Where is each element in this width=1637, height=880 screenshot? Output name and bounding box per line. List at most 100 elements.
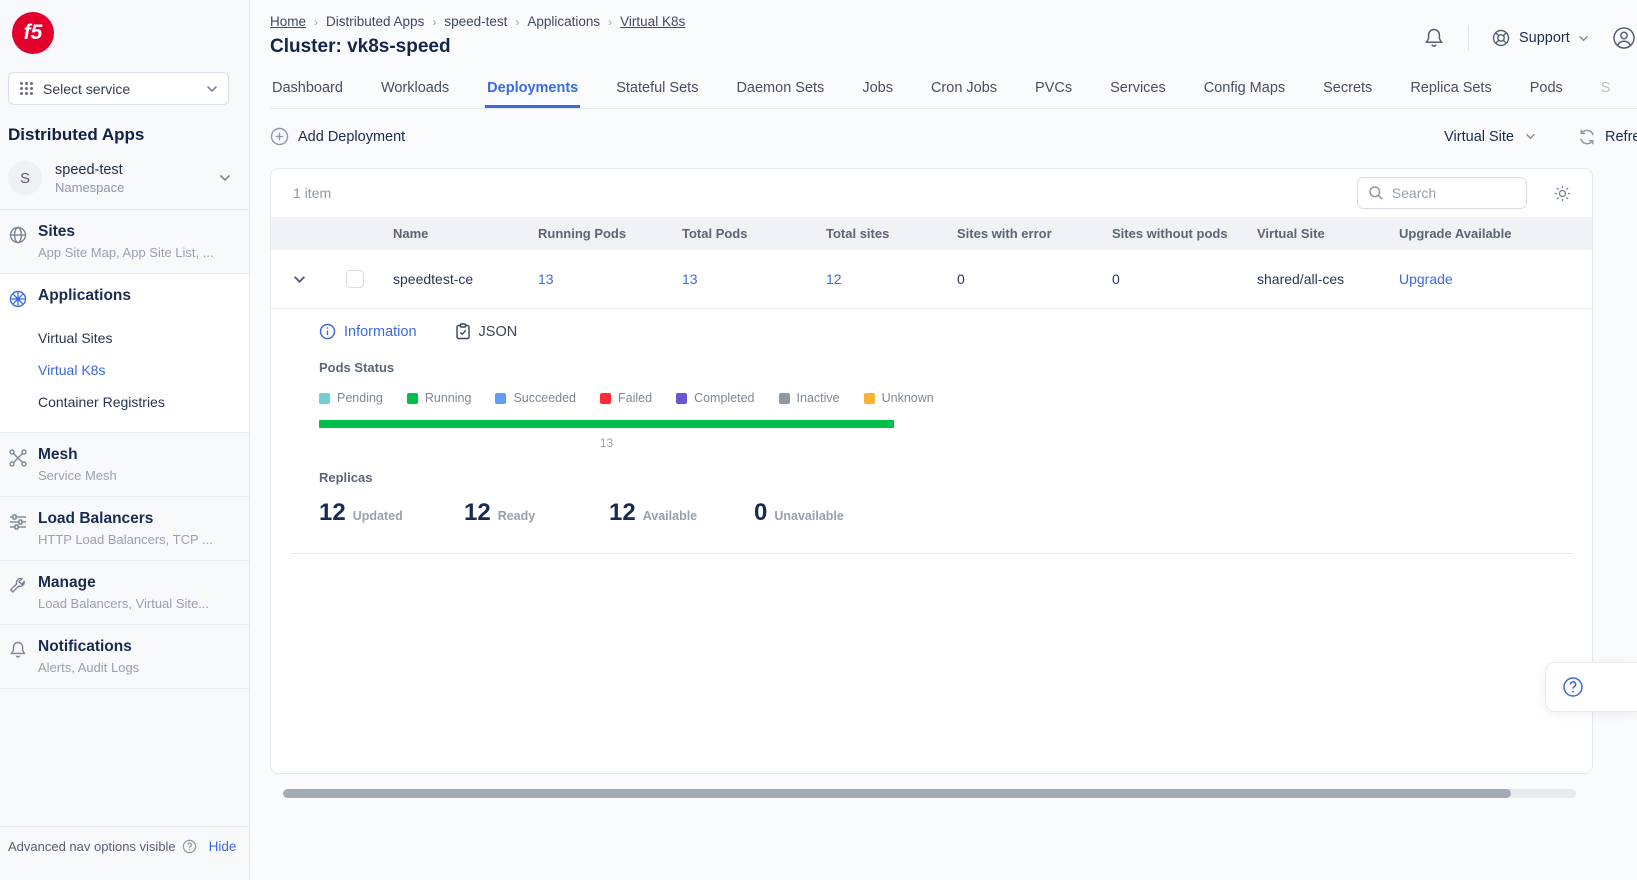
sidebar-item-notifications[interactable]: Notifications Alerts, Audit Logs: [0, 624, 249, 688]
legend-swatch: [676, 393, 687, 404]
sidebar-item-manage[interactable]: Manage Load Balancers, Virtual Site...: [0, 560, 249, 624]
sidebar-item-mesh[interactable]: Mesh Service Mesh: [0, 432, 249, 496]
breadcrumb-applications[interactable]: Applications: [527, 14, 600, 29]
stat-label: Ready: [498, 509, 536, 523]
stat-label: Updated: [353, 509, 403, 523]
virtual-site-label: Virtual Site: [1444, 129, 1514, 145]
sidebar-item-container-registries[interactable]: Container Registries: [38, 386, 249, 418]
breadcrumb-home[interactable]: Home: [270, 14, 306, 29]
support-label: Support: [1519, 30, 1570, 46]
tab-jobs[interactable]: Jobs: [860, 74, 895, 108]
wrench-icon: [8, 574, 30, 611]
tab-cron-jobs[interactable]: Cron Jobs: [929, 74, 999, 108]
detail-tab-json[interactable]: JSON: [455, 323, 518, 340]
refresh-button[interactable]: Refresh: [1578, 128, 1637, 146]
row-expander-chevron-icon[interactable]: [271, 275, 327, 284]
tab-pvcs[interactable]: PVCs: [1033, 74, 1074, 108]
hide-advanced-nav-link[interactable]: Hide: [209, 839, 237, 854]
select-service-label: Select service: [43, 81, 130, 97]
deployments-card: 1 item Name Running Pods Total Pods Tota…: [270, 168, 1593, 774]
tab-daemon-sets[interactable]: Daemon Sets: [734, 74, 826, 108]
info-circle-icon: [319, 323, 336, 340]
row-checkbox[interactable]: [346, 270, 364, 288]
tab-workloads[interactable]: Workloads: [379, 74, 451, 108]
col-running-pods: Running Pods: [528, 226, 672, 241]
namespace-type: Namespace: [55, 180, 124, 195]
search-box[interactable]: [1357, 177, 1527, 209]
legend-item-inactive: Inactive: [779, 391, 840, 405]
sidebar-item-label: Applications: [38, 287, 131, 305]
legend-item-pending: Pending: [319, 391, 383, 405]
help-fab[interactable]: [1545, 662, 1637, 712]
stat-available: 12 Available: [609, 499, 754, 527]
breadcrumb-distributed-apps[interactable]: Distributed Apps: [326, 14, 424, 29]
tab-dashboard[interactable]: Dashboard: [270, 74, 345, 108]
horizontal-scrollbar-thumb[interactable]: [283, 789, 1511, 798]
chevron-down-icon: [206, 85, 218, 93]
tab-deployments[interactable]: Deployments: [485, 74, 580, 108]
cell-sites-without-pods: 0: [1102, 271, 1247, 287]
notifications-bell-icon[interactable]: [1422, 26, 1446, 50]
breadcrumb-separator: ›: [515, 15, 519, 29]
tab-replica-sets[interactable]: Replica Sets: [1408, 74, 1493, 108]
search-input[interactable]: [1392, 185, 1502, 201]
load-balancer-icon: [8, 510, 30, 547]
toolbar: Add Deployment Virtual Site Refresh: [270, 127, 1637, 146]
tab-services[interactable]: Services: [1108, 74, 1168, 108]
detail-tab-information[interactable]: Information: [319, 323, 417, 340]
namespace-selector[interactable]: S speed-test Namespace: [8, 161, 249, 195]
sidebar-item-load-balancers[interactable]: Load Balancers HTTP Load Balancers, TCP …: [0, 496, 249, 560]
plus-circle-icon: [270, 127, 289, 146]
breadcrumb-speed-test[interactable]: speed-test: [444, 14, 507, 29]
chevron-down-icon: [219, 174, 231, 182]
select-service-dropdown[interactable]: Select service: [8, 72, 229, 105]
table-settings-gear-icon[interactable]: [1553, 184, 1572, 203]
breadcrumb-virtual-k8s[interactable]: Virtual K8s: [620, 14, 685, 29]
json-clipboard-icon: [455, 323, 471, 340]
sidebar-item-sites[interactable]: Sites App Site Map, App Site List, ...: [0, 209, 249, 273]
legend-label: Unknown: [882, 391, 934, 405]
virtual-site-dropdown[interactable]: Virtual Site: [1444, 129, 1536, 145]
f5-logo: f5: [12, 12, 54, 54]
cell-upgrade-link[interactable]: Upgrade: [1389, 271, 1592, 287]
tab-secrets[interactable]: Secrets: [1321, 74, 1374, 108]
legend-swatch: [864, 393, 875, 404]
card-header: 1 item: [271, 169, 1592, 217]
row-detail-panel: Information JSON Pods Status Pending: [271, 309, 1592, 527]
tab-stateful-sets[interactable]: Stateful Sets: [614, 74, 700, 108]
bell-icon: [8, 638, 30, 675]
legend-label: Running: [425, 391, 472, 405]
sidebar-item-applications[interactable]: Applications: [0, 273, 249, 322]
replicas-stats: 12 Updated 12 Ready 12 Available 0 Unava…: [319, 499, 1572, 527]
add-deployment-button[interactable]: Add Deployment: [270, 127, 405, 146]
cell-name: speedtest-ce: [383, 271, 528, 287]
col-virtual-site: Virtual Site: [1247, 226, 1389, 241]
support-menu[interactable]: Support: [1491, 28, 1589, 48]
tab-pods[interactable]: Pods: [1528, 74, 1565, 108]
sidebar-item-subtitle: HTTP Load Balancers, TCP ...: [38, 532, 213, 547]
sidebar-section-title: Distributed Apps: [8, 125, 249, 145]
sidebar: f5 Select service Distributed Apps S spe…: [0, 0, 250, 880]
sidebar-item-virtual-k8s[interactable]: Virtual K8s: [38, 354, 249, 386]
detail-tabbar: Information JSON: [319, 323, 1572, 340]
tab-config-maps[interactable]: Config Maps: [1202, 74, 1287, 108]
table-row: speedtest-ce 13 13 12 0 0 shared/all-ces…: [271, 250, 1592, 309]
user-menu[interactable]: [1611, 25, 1637, 51]
stat-label: Unavailable: [774, 509, 843, 523]
cell-running-pods-link[interactable]: 13: [528, 271, 672, 287]
breadcrumb: Home › Distributed Apps › speed-test › A…: [270, 14, 685, 29]
legend-label: Pending: [337, 391, 383, 405]
cell-total-sites-link[interactable]: 12: [816, 271, 947, 287]
legend-swatch: [495, 393, 506, 404]
globe-icon: [8, 223, 30, 260]
row-checkbox-cell: [327, 270, 383, 288]
tab-truncated[interactable]: S: [1599, 74, 1613, 108]
sidebar-item-virtual-sites[interactable]: Virtual Sites: [38, 322, 249, 354]
breadcrumb-separator: ›: [432, 15, 436, 29]
legend-item-unknown: Unknown: [864, 391, 934, 405]
mesh-icon: [8, 446, 30, 483]
col-total-pods: Total Pods: [672, 226, 816, 241]
cell-total-pods-link[interactable]: 13: [672, 271, 816, 287]
sidebar-item-subtitle: Alerts, Audit Logs: [38, 660, 139, 675]
applications-children: Virtual Sites Virtual K8s Container Regi…: [0, 322, 249, 432]
